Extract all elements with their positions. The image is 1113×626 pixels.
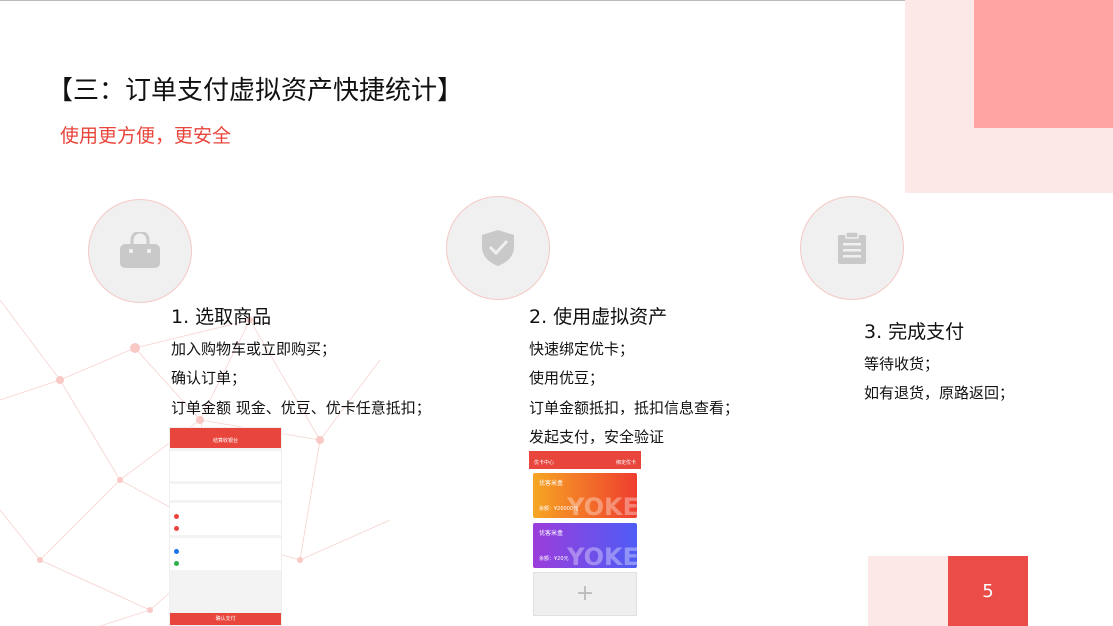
- clipboard-icon: [838, 231, 866, 264]
- card-name: 优客米盒: [539, 480, 564, 487]
- card-balance: 余额：¥20000元: [539, 506, 579, 512]
- shield-check-icon: [482, 230, 514, 266]
- step1-line: 确认订单；: [171, 369, 247, 387]
- page-subtitle: 使用更方便，更安全: [60, 125, 232, 147]
- page-title: 【三：订单支付虚拟资产快捷统计】: [47, 76, 464, 106]
- card-center-title: 优卡中心: [534, 460, 555, 466]
- checkout-header: 结算收银台: [170, 428, 281, 448]
- yoke-card-1: 优客米盒 YOKE 余额：¥20000元: [533, 473, 637, 518]
- yoke-card-2: 优客米盒 YOKE 余额：¥20元: [533, 523, 637, 568]
- page-number-decoration: [868, 556, 948, 626]
- step1-line: 订单金额 现金、优豆、优卡任意抵扣；: [171, 399, 431, 417]
- step1-icon-circle: [88, 199, 192, 303]
- amount-row: [170, 484, 281, 500]
- step3-line: 等待收货；: [864, 355, 940, 373]
- step3-icon-circle: [800, 196, 904, 300]
- add-card-placeholder: +: [533, 572, 637, 616]
- card-balance: 余额：¥20元: [539, 556, 569, 562]
- address-row: [170, 451, 281, 481]
- confirm-pay-button: 确认支付: [170, 613, 281, 625]
- corner-decoration-dark: [974, 0, 1113, 128]
- step2-icon-circle: [446, 196, 550, 300]
- checkout-screenshot: 结算收银台 确认支付: [169, 427, 282, 626]
- step1-title: 1. 选取商品: [171, 306, 272, 328]
- step2-line: 发起支付，安全验证: [529, 428, 665, 446]
- step3-title: 3. 完成支付: [864, 321, 965, 343]
- card-watermark: YOKE: [567, 543, 637, 568]
- step2-line: 快速绑定优卡；: [529, 340, 635, 358]
- shopping-bag-icon: [120, 232, 160, 268]
- step1-line: 加入购物车或立即购买；: [171, 340, 337, 358]
- step3-line: 如有退货，原路返回；: [864, 384, 1015, 402]
- bind-card-link: 绑定优卡: [615, 460, 636, 466]
- step2-line: 使用优豆；: [529, 369, 605, 387]
- step2-line: 订单金额抵扣，抵扣信息查看；: [529, 399, 740, 417]
- card-center-header: 优卡中心 绑定优卡: [529, 451, 641, 469]
- assets-row: [170, 503, 281, 535]
- card-center-screenshot: 优卡中心 绑定优卡 优客米盒 YOKE 余额：¥20000元 优客米盒 YOKE…: [529, 451, 641, 626]
- step2-title: 2. 使用虚拟资产: [529, 306, 668, 328]
- payment-method-row: [170, 538, 281, 570]
- page-number: 5: [948, 556, 1028, 626]
- card-name: 优客米盒: [539, 530, 564, 537]
